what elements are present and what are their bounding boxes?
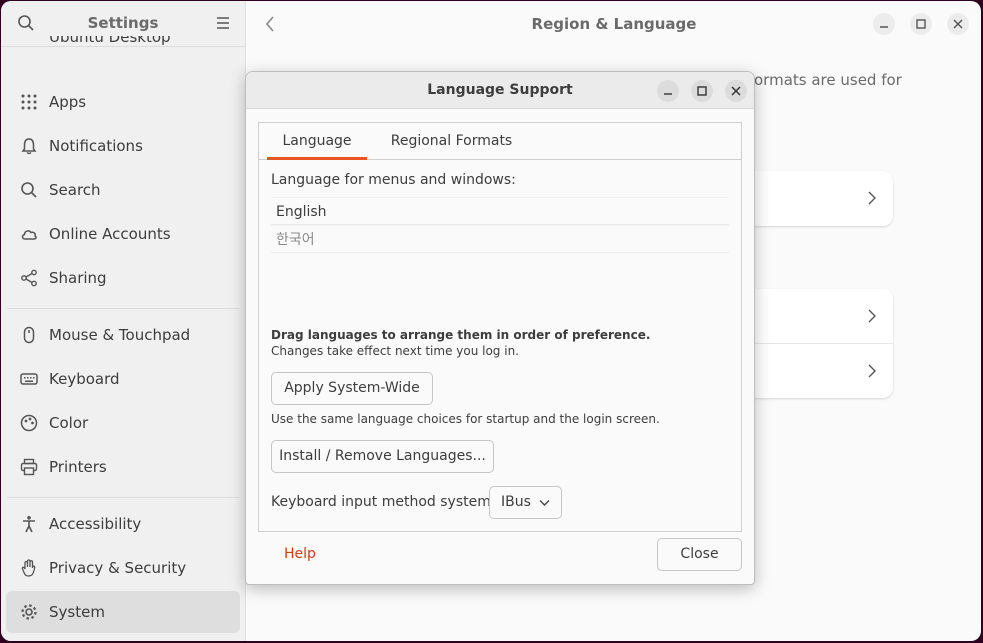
bell-icon [21,138,37,155]
hand-icon [21,559,36,577]
apply-system-wide-button[interactable]: Apply System-Wide [271,372,433,405]
sidebar-item-label: Color [49,414,89,432]
accessibility-icon [23,516,35,533]
minimize-icon [880,26,888,28]
maximize-button[interactable] [910,13,932,35]
color-icon [20,414,38,432]
chevron-right-icon [868,191,876,205]
sidebar-item-label: Printers [49,458,107,476]
language-item-english[interactable]: English [271,197,729,225]
chevron-down-icon [539,500,550,506]
sidebar-item-search[interactable]: Search [1,168,245,212]
apps-grid-icon [21,94,37,110]
sidebar-item-label: Keyboard [49,370,120,388]
sidebar-item-label: System [49,603,105,621]
mouse-icon [23,326,35,344]
language-support-dialog: Language Support Language Regional Forma… [245,71,755,585]
keyboard-icon [20,373,38,385]
tab-regional-formats[interactable]: Regional Formats [379,123,524,160]
dialog-minimize-button[interactable] [657,80,679,102]
changes-hint: Changes take effect next time you log in… [271,344,519,358]
dialog-close-button[interactable] [725,80,747,102]
sidebar-item-color[interactable]: Color [1,401,245,445]
sidebar-item-privacy[interactable]: Privacy & Security [1,546,245,590]
sidebar-item-mouse[interactable]: Mouse & Touchpad [1,313,245,357]
help-link[interactable]: Help [284,546,316,562]
sidebar-item-partial[interactable]: Ubuntu Desktop [49,36,171,46]
language-list[interactable]: English 한국어 [271,197,729,253]
drag-hint: Drag languages to arrange them in order … [271,328,651,342]
sidebar: Settings Ubuntu Desktop Apps Notificatio… [1,1,246,641]
close-icon [731,86,741,96]
chevron-right-icon[interactable] [867,308,877,324]
maximize-icon [697,86,707,96]
sidebar-item-label: Mouse & Touchpad [49,326,191,344]
page-title: Region & Language [531,15,697,33]
search-icon [21,182,37,198]
sidebar-item-system[interactable]: System [6,591,240,633]
close-icon [953,19,963,29]
sidebar-item-online-accounts[interactable]: Online Accounts [1,212,245,256]
sidebar-list: Ubuntu Desktop Apps Notifications Search… [1,36,245,633]
language-list-label: Language for menus and windows: [271,172,516,188]
sidebar-separator [7,308,239,309]
sidebar-item-accessibility[interactable]: Accessibility [1,502,245,546]
main-header: Region & Language [247,1,981,47]
sidebar-item-notifications[interactable]: Notifications [1,124,245,168]
minimize-icon [664,93,672,95]
sidebar-item-label: Apps [49,93,87,111]
sidebar-item-label: Notifications [49,137,143,155]
sidebar-item-printers[interactable]: Printers [1,445,245,489]
input-method-value: IBus [501,494,531,510]
sidebar-item-keyboard[interactable]: Keyboard [1,357,245,401]
sidebar-item-sharing[interactable]: Sharing [1,256,245,300]
chevron-right-icon[interactable] [867,363,877,379]
sidebar-separator [7,497,239,498]
sidebar-item-label: Sharing [49,269,107,287]
language-item-korean[interactable]: 한국어 [271,225,729,253]
dialog-maximize-button[interactable] [691,80,713,102]
sidebar-title: Settings [87,14,159,32]
sidebar-item-label: Accessibility [49,515,142,533]
dialog-header: Language Support [246,72,754,109]
sidebar-item-label: Search [49,181,101,199]
input-method-label: Keyboard input method system: [271,494,496,510]
apply-hint: Use the same language choices for startu… [271,412,660,426]
sidebar-item-label: Privacy & Security [49,559,187,577]
tab-language[interactable]: Language [267,123,367,160]
menu-icon[interactable] [214,14,232,32]
tab-bar: Language Regional Formats [259,123,741,160]
gear-icon [21,604,37,620]
sidebar-item-label: Online Accounts [49,225,171,243]
install-remove-languages-button[interactable]: Install / Remove Languages... [271,440,494,473]
close-window-button[interactable] [947,13,969,35]
close-button[interactable]: Close [657,538,742,571]
minimize-button[interactable] [873,13,895,35]
input-method-select[interactable]: IBus [489,486,562,519]
printer-icon [20,458,38,476]
formats-description: ormats are used for [754,71,902,89]
cloud-icon [21,230,37,240]
dialog-notebook: Language Regional Formats Language for m… [258,122,742,532]
share-icon [21,269,37,287]
sidebar-item-apps[interactable]: Apps [1,80,245,124]
maximize-icon [916,19,926,29]
